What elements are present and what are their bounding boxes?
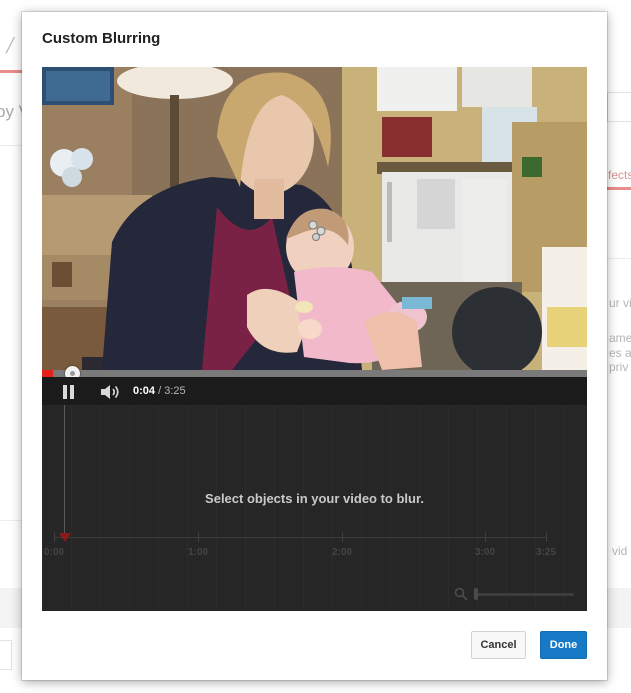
timeline-tick-label: 3:00 — [474, 547, 496, 558]
video-preview[interactable] — [42, 67, 587, 370]
zoom-slider-track[interactable] — [476, 593, 574, 596]
background-text: vid — [612, 544, 628, 558]
timeline-axis — [54, 537, 546, 538]
time-separator: / — [155, 385, 165, 397]
divider — [0, 520, 22, 521]
timeline-tick — [546, 532, 547, 542]
divider — [607, 258, 631, 259]
background-text: es a — [609, 346, 631, 360]
timeline-tick-label: 1:00 — [187, 547, 209, 558]
dialog-title: Custom Blurring — [42, 30, 161, 47]
video-progress-played — [42, 370, 53, 377]
blur-instruction: Select objects in your video to blur. — [205, 491, 424, 506]
timeline-tick-label: 0:00 — [43, 547, 65, 558]
background-text: priv — [609, 360, 629, 374]
done-button[interactable]: Done — [540, 631, 587, 659]
background-tab-effects: fects — [608, 168, 631, 182]
current-time: 0:04 — [133, 385, 156, 397]
background-dropdown — [0, 640, 12, 670]
zoom-slider-handle[interactable] — [474, 588, 478, 600]
timeline-tick — [485, 532, 486, 542]
timeline-tick — [54, 532, 55, 542]
magnifier-icon — [454, 587, 468, 601]
player-controls: 0:04 / 3:25 — [42, 377, 587, 405]
cancel-button[interactable]: Cancel — [471, 631, 526, 659]
video-progress-bar[interactable] — [42, 370, 587, 377]
blur-editor-panel[interactable]: 0:00 1:00 2:00 3:00 3:25 Select objects in y… — [42, 405, 587, 611]
background-text: ur vi — [609, 296, 631, 310]
timeline-tick-label: 2:00 — [331, 547, 353, 558]
editor-background — [42, 405, 587, 611]
playhead-line — [64, 405, 65, 537]
magic-wand-icon: ╱ — [6, 37, 15, 53]
timeline-tick-label: 3:25 — [535, 547, 557, 558]
volume-icon[interactable] — [100, 383, 122, 401]
timeline-tick — [198, 532, 199, 542]
playhead-marker[interactable] — [59, 533, 71, 542]
pause-icon[interactable] — [62, 385, 76, 399]
duration: 3:25 — [164, 385, 186, 397]
background-button — [607, 92, 631, 122]
video-frame-image — [42, 67, 587, 370]
time-display: 0:04 / 3:25 — [133, 385, 186, 397]
timeline-tick — [342, 532, 343, 542]
divider — [0, 145, 22, 146]
tab-indicator-effects — [607, 187, 631, 190]
tab-indicator — [0, 70, 22, 73]
background-text: ame — [609, 331, 631, 345]
